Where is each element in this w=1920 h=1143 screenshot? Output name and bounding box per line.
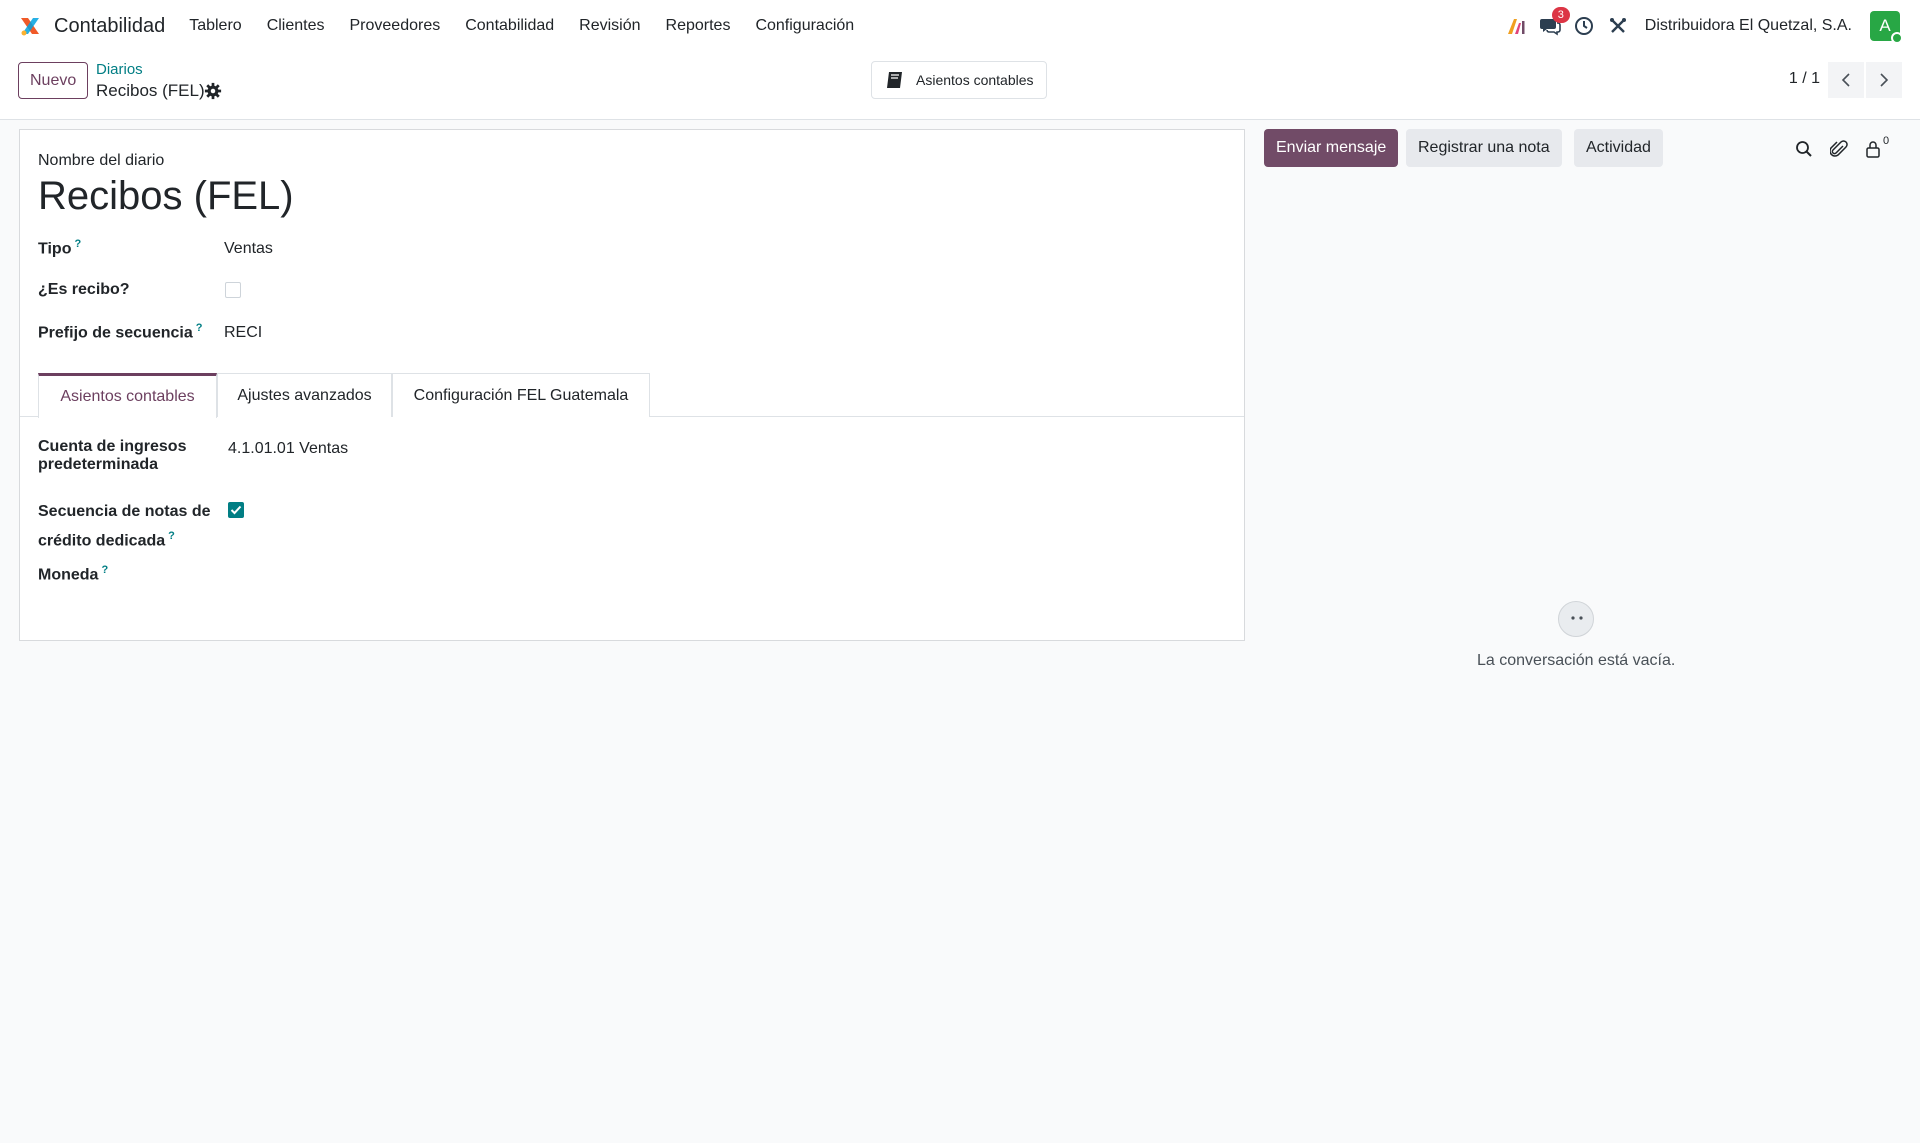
help-tooltip-icon[interactable]: ? (101, 564, 108, 576)
currency-label-text: Moneda (38, 566, 99, 584)
type-field[interactable]: Ventas (224, 240, 273, 258)
help-tooltip-icon[interactable]: ? (168, 530, 175, 542)
attachment-paperclip-icon[interactable] (1828, 138, 1850, 160)
app-name[interactable]: Contabilidad (54, 15, 165, 38)
checkmark-icon (230, 505, 242, 515)
credit-note-sequence-label-line1: Secuencia de notas de (38, 503, 211, 520)
pager-next-button[interactable] (1866, 62, 1902, 98)
income-account-label-line1: Cuenta de ingresos (38, 438, 187, 455)
empty-conversation-text: La conversación está vacía. (1477, 652, 1676, 669)
ai-assistant-icon[interactable] (1505, 15, 1527, 37)
journal-name-field[interactable]: Recibos (FEL) (38, 174, 294, 219)
credit-note-sequence-label-line2: crédito dedicada (38, 532, 166, 550)
messages-badge: 3 (1551, 7, 1570, 23)
activity-button[interactable]: Actividad (1574, 129, 1663, 167)
followers-lock-icon[interactable] (1862, 138, 1884, 160)
help-tooltip-icon[interactable]: ? (74, 238, 81, 250)
followers-count: 0 (1883, 135, 1890, 147)
help-tooltip-icon[interactable]: ? (196, 322, 203, 334)
income-account-label-line2: predeterminada (38, 456, 159, 473)
chevron-right-icon (1880, 73, 1889, 87)
nav-item-clientes[interactable]: Clientes (267, 17, 325, 35)
is-receipt-label: ¿Es recibo? (38, 281, 130, 298)
nav-item-proveedores[interactable]: Proveedores (350, 17, 441, 35)
debug-tools-icon[interactable] (1607, 15, 1629, 37)
chevron-left-icon (1841, 73, 1850, 87)
nav-item-configuracion[interactable]: Configuración (755, 17, 854, 35)
tab-asientos-contables[interactable]: Asientos contables (38, 373, 217, 418)
control-panel: Nuevo Diarios Recibos (FEL) Asientos con… (0, 52, 1920, 120)
empty-conversation-face-icon (1558, 601, 1594, 637)
sequence-prefix-label: Prefijo de secuencia? (38, 322, 202, 342)
breadcrumb-parent[interactable]: Diarios (96, 61, 143, 78)
book-icon (887, 72, 902, 88)
new-button[interactable]: Nuevo (18, 62, 89, 99)
breadcrumb-current: Recibos (FEL) (96, 81, 205, 100)
sequence-prefix-label-text: Prefijo de secuencia (38, 324, 193, 342)
income-account-label: Cuenta de ingresos predeterminada (38, 438, 186, 474)
nav-item-reportes[interactable]: Reportes (666, 17, 731, 35)
activity-clock-icon[interactable] (1573, 15, 1595, 37)
nav-item-tablero[interactable]: Tablero (189, 17, 241, 35)
pager-value[interactable]: 1 / 1 (1789, 70, 1820, 88)
form-tabs: Asientos contables Ajustes avanzados Con… (20, 373, 1244, 418)
credit-note-sequence-label: Secuencia de notas de crédito dedicada? (38, 500, 211, 553)
send-message-button[interactable]: Enviar mensaje (1264, 129, 1399, 167)
type-label: Tipo? (38, 238, 81, 258)
tab-configuracion-fel[interactable]: Configuración FEL Guatemala (392, 373, 650, 417)
is-receipt-checkbox[interactable] (225, 282, 241, 298)
nav-item-contabilidad[interactable]: Contabilidad (465, 17, 554, 35)
currency-label: Moneda? (38, 564, 108, 584)
messages-icon[interactable]: 3 (1539, 7, 1570, 37)
user-avatar[interactable]: A (1870, 11, 1903, 44)
smart-button-label: Asientos contables (916, 72, 1034, 88)
navbar-systray: 3 Distribuidora El Quetzal, S.A. A (1505, 0, 1903, 52)
type-label-text: Tipo (38, 240, 72, 258)
credit-note-sequence-checkbox[interactable] (228, 502, 244, 518)
online-status-dot (1891, 32, 1903, 44)
app-logo-icon[interactable] (18, 14, 42, 38)
sequence-prefix-field[interactable]: RECI (224, 324, 262, 342)
pager-previous-button[interactable] (1828, 62, 1864, 98)
gear-icon[interactable] (204, 82, 222, 100)
top-navbar: Contabilidad Tablero Clientes Proveedore… (0, 0, 1920, 52)
form-sheet: Nombre del diario Recibos (FEL) Tipo? Ve… (19, 129, 1245, 641)
income-account-field[interactable]: 4.1.01.01 Ventas (228, 440, 348, 458)
search-icon[interactable] (1793, 138, 1815, 160)
tab-ajustes-avanzados[interactable]: Ajustes avanzados (217, 373, 392, 417)
journal-name-label: Nombre del diario (38, 152, 165, 169)
company-switcher[interactable]: Distribuidora El Quetzal, S.A. (1645, 17, 1852, 35)
nav-item-revision[interactable]: Revisión (579, 17, 640, 35)
avatar-letter: A (1879, 16, 1891, 35)
journal-entries-smart-button[interactable]: Asientos contables (871, 61, 1047, 99)
log-note-button[interactable]: Registrar una nota (1406, 129, 1562, 167)
